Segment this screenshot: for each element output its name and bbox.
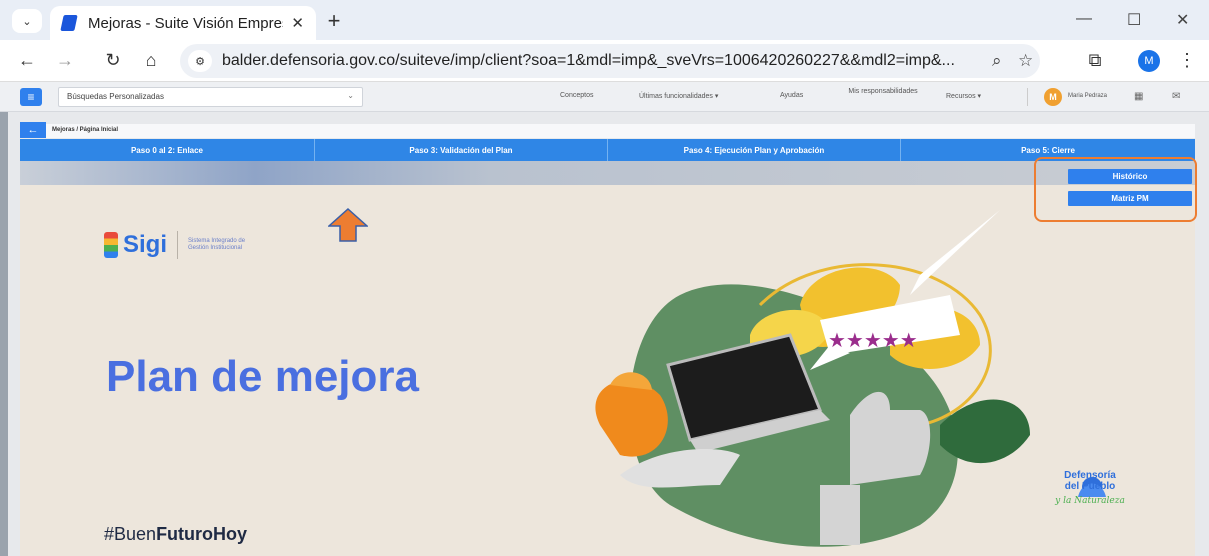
menu-ultimas-label: Últimas funcionalidades (639, 93, 713, 100)
defensoria-logo: Defensoría del Pueblo y la Naturaleza (1050, 470, 1130, 506)
sigi-word: Sigi (123, 231, 168, 258)
hashtag-prefix: #Buen (104, 524, 157, 544)
svg-text:★★★★★: ★★★★★ (828, 328, 918, 352)
tab-close-icon[interactable]: ✕ (291, 14, 304, 32)
chevron-down-icon: ⌄ (347, 91, 354, 100)
url-text: balder.defensoria.gov.co/suiteve/imp/cli… (222, 52, 955, 69)
profile-avatar[interactable]: M (1138, 50, 1160, 72)
home-icon[interactable]: ⌂ (140, 50, 162, 71)
process-steps: Paso 0 al 2: Enlace Paso 3: Validación d… (20, 139, 1195, 161)
menu-ultimas-funcionalidades[interactable]: Últimas funcionalidades ▾ (639, 92, 718, 100)
banner-title: Plan de mejora (106, 352, 420, 401)
back-button[interactable]: ← (20, 122, 46, 138)
sigi-mark-icon (104, 232, 118, 258)
step-validacion[interactable]: Paso 3: Validación del Plan (315, 139, 608, 161)
reload-icon[interactable]: ↻ (102, 50, 124, 71)
address-bar[interactable]: ⚙ balder.defensoria.gov.co/suiteve/imp/c… (180, 44, 1040, 78)
browser-tab[interactable]: Mejoras - Suite Visión Empresa ✕ (50, 6, 316, 40)
highlight-box (1034, 157, 1197, 222)
bookmark-star-icon[interactable]: ☆ (1018, 51, 1033, 71)
menu-ayudas[interactable]: Ayudas (780, 92, 803, 99)
extensions-icon[interactable]: ⧉ (1084, 50, 1106, 71)
browser-tab-strip: ⌄ Mejoras - Suite Visión Empresa ✕ + — ☐… (0, 0, 1209, 40)
breadcrumb: Mejoras / Página Inicial (52, 127, 119, 133)
app-header: ≡ Búsquedas Personalizadas ⌄ Conceptos Ú… (0, 82, 1209, 112)
left-edge-panel (0, 112, 8, 556)
tab-search-chevron-icon[interactable]: ⌄ (12, 9, 42, 33)
chat-icon[interactable]: ✉ (1172, 91, 1180, 102)
hamburger-menu-icon[interactable]: ≡ (20, 88, 42, 106)
browser-menu-icon[interactable]: ⋮ (1176, 50, 1198, 71)
org-name-line1: Defensoría (1064, 470, 1116, 481)
custom-search-value: Búsquedas Personalizadas (67, 92, 164, 101)
back-arrow-icon[interactable]: ← (16, 50, 38, 71)
tab-title: Mejoras - Suite Visión Empresa (88, 14, 284, 32)
menu-mis-responsabilidades[interactable]: Mis responsabilidades (848, 87, 918, 96)
gallery-icon[interactable]: ▦ (1134, 91, 1143, 102)
orange-up-arrow-icon (328, 208, 368, 242)
menu-conceptos[interactable]: Conceptos (560, 92, 593, 99)
sigi-description: Sistema Integrado de Gestión Institucion… (188, 238, 246, 251)
banner-hashtag: #BuenFuturoHoy (104, 524, 247, 545)
menu-recursos[interactable]: Recursos ▾ (946, 92, 981, 100)
site-info-icon[interactable]: ⚙ (188, 50, 212, 72)
menu-recursos-label: Recursos (946, 93, 976, 100)
banner-top-strip (20, 161, 1195, 185)
forward-arrow-icon[interactable]: → (54, 50, 76, 71)
window-close-icon[interactable]: ✕ (1176, 10, 1189, 30)
logo-separator (177, 231, 179, 259)
user-name[interactable]: Maria Pedraza (1068, 93, 1107, 99)
org-name-line2: del Pueblo (1064, 481, 1116, 492)
org-subtitle: y la Naturaleza (1055, 496, 1125, 506)
maximize-icon[interactable]: ☐ (1127, 10, 1141, 30)
zoom-icon[interactable]: ⌕ (992, 51, 1002, 71)
step-enlace[interactable]: Paso 0 al 2: Enlace (20, 139, 315, 161)
minimize-icon[interactable]: — (1076, 10, 1092, 28)
step-ejecucion[interactable]: Paso 4: Ejecución Plan y Aprobación (608, 139, 901, 161)
user-avatar[interactable]: M (1044, 88, 1062, 106)
new-tab-plus-icon[interactable]: + (322, 8, 346, 34)
site-favicon-icon (60, 15, 78, 31)
header-divider (1027, 88, 1028, 106)
sigi-logo: Sigi Sistema Integrado de Gestión Instit… (104, 231, 258, 259)
custom-search-select[interactable]: Búsquedas Personalizadas ⌄ (58, 87, 363, 107)
hashtag-bold: FuturoHoy (156, 524, 248, 544)
browser-toolbar: ← → ↻ ⌂ ⚙ balder.defensoria.gov.co/suite… (0, 40, 1209, 82)
breadcrumb-bar (20, 124, 1195, 138)
